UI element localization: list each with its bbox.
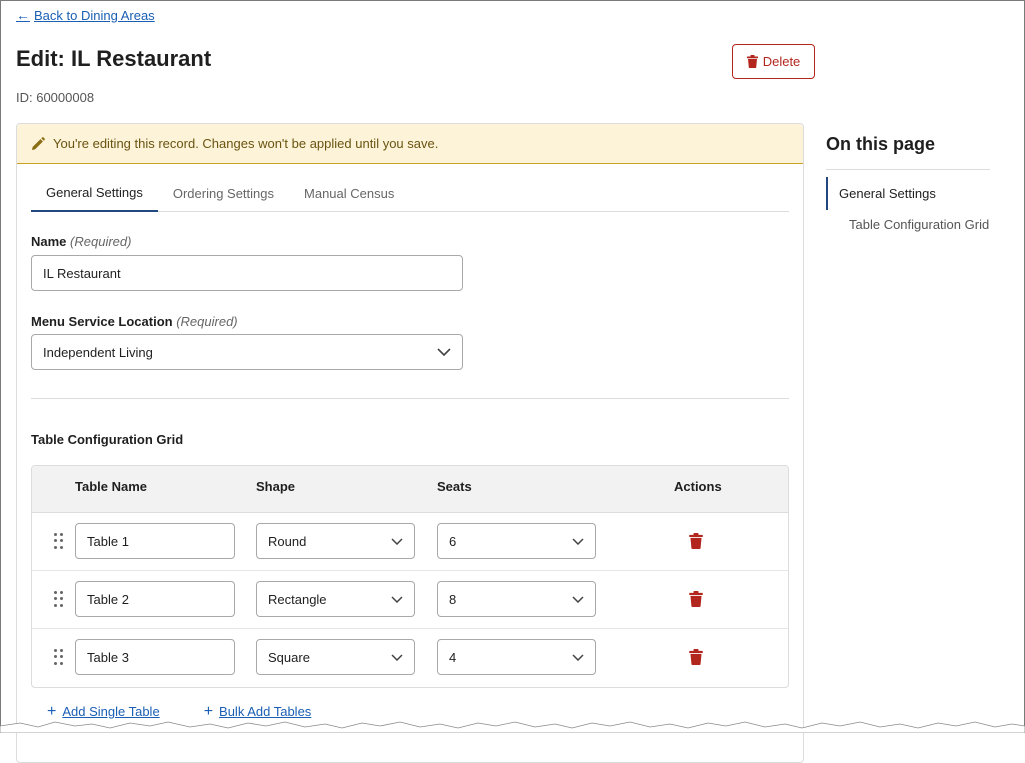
table-row: Rectangle 8 [32,571,788,629]
arrow-left-icon: ← [16,7,30,23]
torn-edge [0,721,1025,733]
on-this-page-general-settings[interactable]: General Settings [826,177,936,210]
table-config-grid-title: Table Configuration Grid [31,432,184,447]
menu-service-location-select[interactable]: Independent Living [31,334,463,370]
seats-select-value: 8 [449,591,457,607]
name-input[interactable] [31,255,463,291]
seats-select[interactable]: 6 [437,523,596,559]
seats-select[interactable]: 8 [437,581,596,617]
trash-icon[interactable] [688,533,704,549]
shape-select-value: Square [268,649,310,665]
name-label-text: Name [31,234,67,249]
on-this-page-table-config-grid[interactable]: Table Configuration Grid [849,217,989,232]
record-id: ID: 60000008 [16,90,95,105]
trash-icon[interactable] [688,649,704,665]
edit-form-card: You're editing this record. Changes won'… [16,123,804,763]
shape-select-value: Rectangle [268,591,327,607]
location-select-value: Independent Living [43,344,153,360]
chevron-down-icon [572,537,584,545]
tab-general-settings[interactable]: General Settings [31,174,158,212]
chevron-down-icon [572,653,584,661]
table-config-grid: Table Name Shape Seats Actions Round 6 [31,465,789,688]
drag-handle-icon[interactable] [54,591,66,607]
page-title: Edit: IL Restaurant [16,46,212,71]
drag-handle-icon[interactable] [54,533,66,549]
name-field-label: Name (Required) [31,234,131,249]
chevron-down-icon [391,537,403,545]
table-row: Round 6 [32,513,788,571]
location-field-label: Menu Service Location (Required) [31,314,238,329]
banner-text: You're editing this record. Changes won'… [53,136,439,151]
chevron-down-icon [437,348,451,356]
pencil-icon [32,136,45,150]
table-name-input[interactable] [75,639,235,675]
column-header-seats: Seats [437,479,472,494]
drag-handle-icon[interactable] [54,649,66,665]
column-header-table-name: Table Name [75,479,148,494]
shape-select[interactable]: Rectangle [256,581,415,617]
trash-icon [746,55,758,68]
name-required-hint: (Required) [70,234,132,249]
grid-header-row: Table Name Shape Seats Actions [32,466,788,513]
back-link-label: Back to Dining Areas [34,7,155,23]
column-header-actions: Actions [674,479,722,494]
seats-select-value: 4 [449,649,457,665]
trash-icon[interactable] [688,591,704,607]
tab-ordering-settings[interactable]: Ordering Settings [158,174,289,212]
delete-button-label: Delete [762,54,801,69]
seats-select[interactable]: 4 [437,639,596,675]
shape-select[interactable]: Round [256,523,415,559]
location-required-hint: (Required) [176,314,238,329]
chevron-down-icon [391,653,403,661]
settings-tabs: General Settings Ordering Settings Manua… [31,174,789,212]
table-row: Square 4 [32,629,788,687]
on-this-page-divider [826,169,990,170]
chevron-down-icon [572,595,584,603]
column-header-shape: Shape [256,479,296,494]
section-divider [31,398,789,399]
chevron-down-icon [391,595,403,603]
editing-notice-banner: You're editing this record. Changes won'… [17,124,803,164]
shape-select[interactable]: Square [256,639,415,675]
delete-button[interactable]: Delete [732,44,815,79]
back-to-dining-areas-link[interactable]: ← Back to Dining Areas [16,7,155,23]
table-name-input[interactable] [75,523,235,559]
tab-manual-census[interactable]: Manual Census [289,174,409,212]
location-label-text: Menu Service Location [31,314,173,329]
shape-select-value: Round [268,533,307,549]
seats-select-value: 6 [449,533,457,549]
table-name-input[interactable] [75,581,235,617]
on-this-page-title: On this page [826,134,936,154]
